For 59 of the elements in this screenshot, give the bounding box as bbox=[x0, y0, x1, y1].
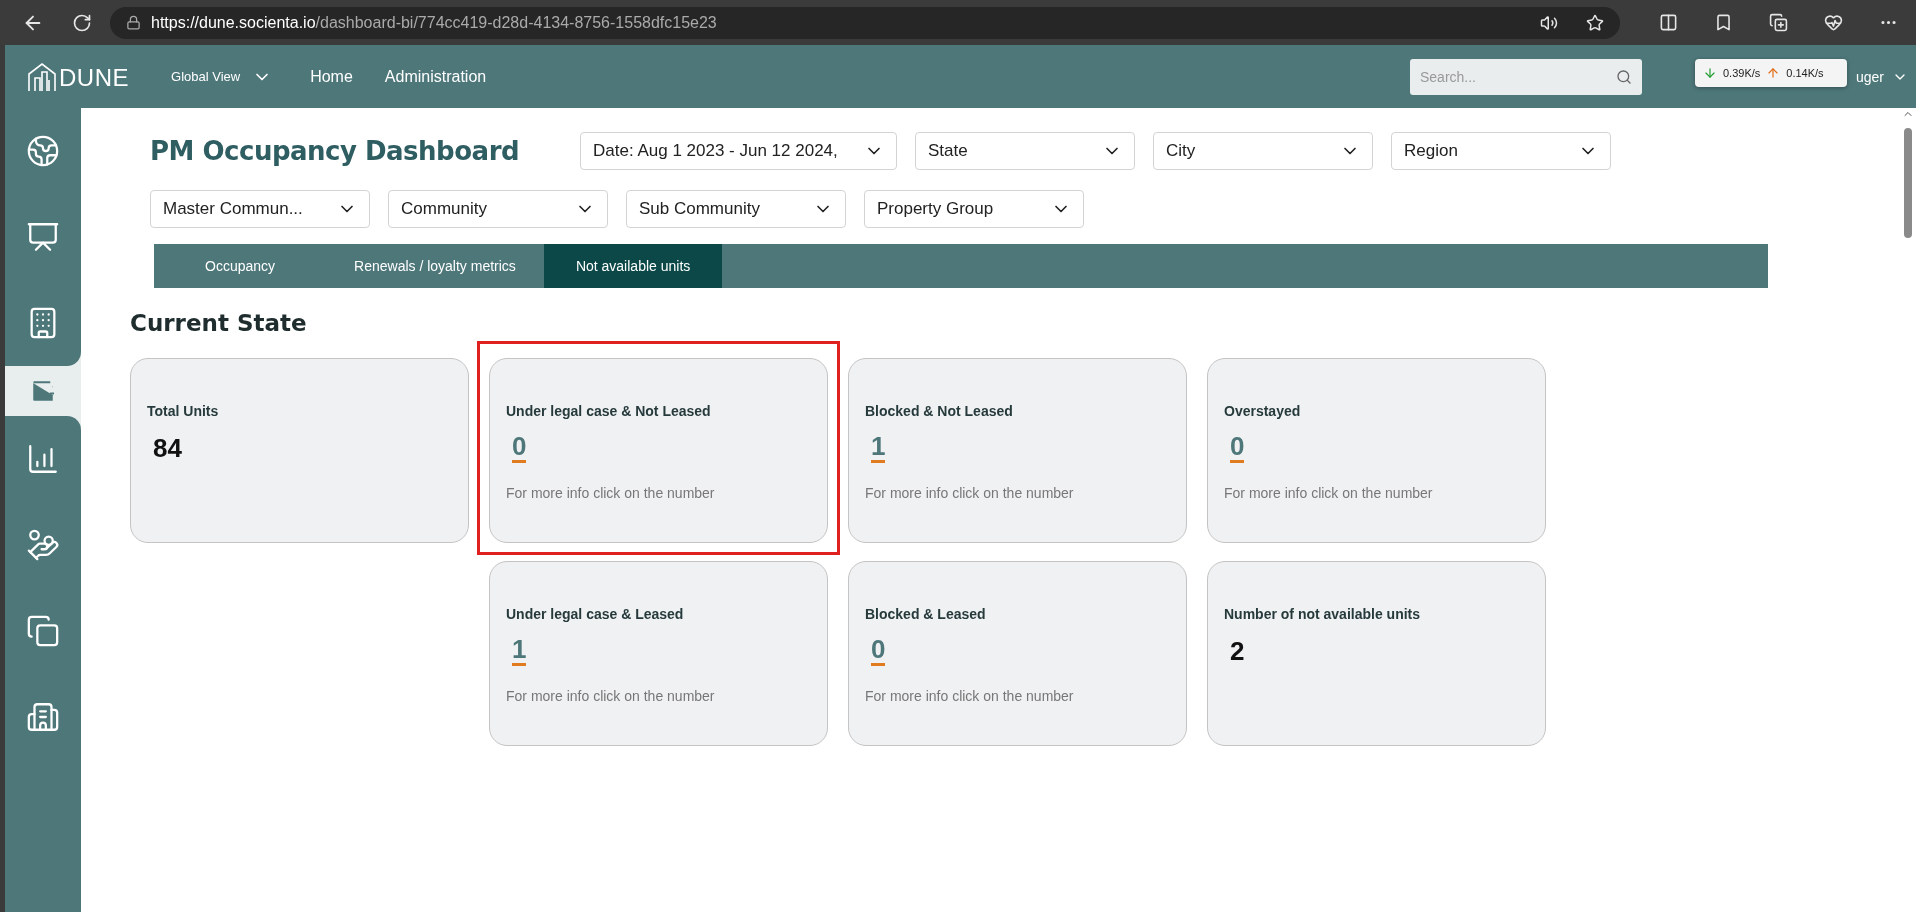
count-value: 2 bbox=[1230, 636, 1245, 667]
hand-coins-icon bbox=[26, 528, 60, 562]
card-hint: For more info click on the number bbox=[506, 485, 716, 501]
presentation-icon bbox=[26, 220, 60, 254]
card-title: Blocked & Leased bbox=[865, 606, 987, 622]
card-title: Under legal case & Not Leased bbox=[506, 403, 712, 419]
section-title: Current State bbox=[130, 310, 308, 336]
nav-link[interactable]: Home bbox=[310, 67, 353, 86]
filter-dropdown[interactable]: Property Group bbox=[864, 190, 1084, 228]
card-hint: For more info click on the number bbox=[865, 485, 1075, 501]
star-icon[interactable] bbox=[1586, 13, 1604, 32]
page-title: PM Occupancy Dashboard bbox=[150, 135, 521, 168]
filter-dropdown[interactable]: Master Commun... bbox=[150, 190, 370, 228]
card-hint: For more info click on the number bbox=[1224, 485, 1434, 501]
nav-link[interactable]: Administration bbox=[384, 67, 487, 86]
card-hint: For more info click on the number bbox=[506, 688, 716, 704]
card-title: Under legal case & Leased bbox=[506, 606, 685, 622]
bar-chart-icon bbox=[26, 442, 60, 476]
card-title: Overstayed bbox=[1224, 403, 1302, 419]
count-link[interactable]: 0 bbox=[1230, 433, 1245, 463]
sidebar-item[interactable] bbox=[5, 280, 81, 366]
filter-dropdown[interactable]: Region bbox=[1391, 132, 1611, 170]
filter-dropdown[interactable]: State bbox=[915, 132, 1135, 170]
filter-dropdown[interactable]: Sub Community bbox=[626, 190, 846, 228]
count-link[interactable]: 0 bbox=[512, 433, 527, 463]
card-title: Total Units bbox=[147, 403, 220, 419]
stacked-cards-icon bbox=[26, 614, 60, 648]
card-title: Number of not available units bbox=[1224, 606, 1422, 622]
office-icon bbox=[26, 700, 60, 734]
search-icon[interactable] bbox=[1615, 68, 1632, 85]
sidebar-item[interactable] bbox=[5, 416, 81, 502]
count-link[interactable]: 1 bbox=[512, 636, 527, 666]
filter-dropdown[interactable]: Date: Aug 1 2023 - Jun 12 2024, bbox=[580, 132, 897, 170]
count-link[interactable]: 1 bbox=[871, 433, 886, 463]
count-value: 84 bbox=[153, 433, 182, 464]
download-speed: 0.39K/s bbox=[1723, 67, 1761, 79]
heart-pulse-icon[interactable] bbox=[1824, 13, 1843, 32]
lock-icon bbox=[126, 15, 141, 30]
building-logo-icon bbox=[27, 61, 57, 92]
globe-icon bbox=[26, 134, 60, 168]
speaker-icon[interactable] bbox=[1540, 13, 1558, 32]
split-screen-icon[interactable] bbox=[1659, 13, 1678, 32]
reload-icon[interactable] bbox=[72, 12, 92, 33]
scroll-thumb[interactable] bbox=[1904, 128, 1912, 238]
count-link[interactable]: 0 bbox=[871, 636, 886, 666]
address-bar[interactable]: https://dune.socienta.io/dashboard-bi/774cc419-d28d-4134-8756-1558dfc15e23 bbox=[110, 6, 1620, 39]
user-name[interactable]: uger bbox=[1855, 68, 1884, 85]
search-field[interactable]: Search... bbox=[1409, 58, 1642, 95]
filter-dropdown[interactable]: Community bbox=[388, 190, 608, 228]
card-hint: For more info click on the number bbox=[865, 688, 1075, 704]
logo[interactable]: DUNE bbox=[27, 61, 129, 92]
collections-icon[interactable] bbox=[1769, 13, 1788, 32]
upload-speed: 0.14K/s bbox=[1786, 67, 1824, 79]
card-title: Blocked & Not Leased bbox=[865, 403, 1014, 419]
bookmark-icon[interactable] bbox=[1714, 13, 1733, 32]
view-selector[interactable]: Global View bbox=[165, 65, 279, 88]
filter-dropdown[interactable]: City bbox=[1153, 132, 1373, 170]
download-arrow-icon bbox=[1703, 66, 1717, 80]
tab[interactable]: Not available units bbox=[543, 244, 723, 288]
